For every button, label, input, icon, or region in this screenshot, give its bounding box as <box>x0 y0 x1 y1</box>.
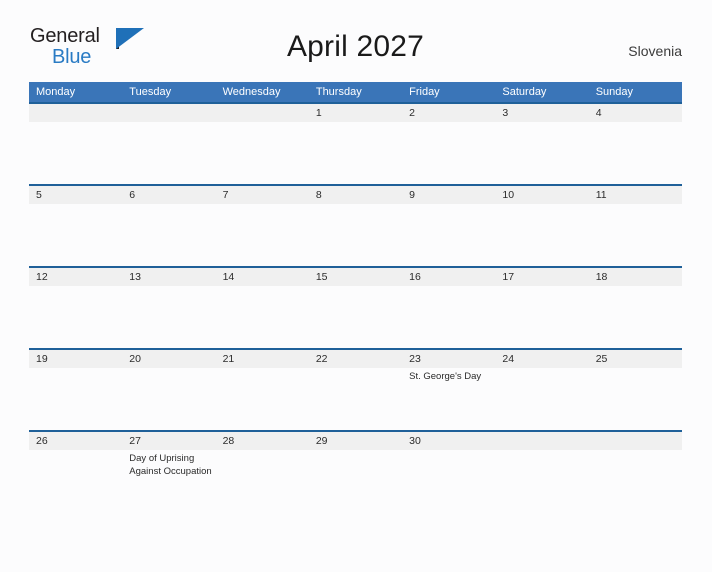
week-date-band: 1 2 3 4 <box>29 104 682 122</box>
day-event-text[interactable] <box>216 122 309 184</box>
day-number[interactable]: 20 <box>122 350 215 368</box>
day-event-text[interactable] <box>216 204 309 266</box>
week-date-band: 26 27 28 29 30 <box>29 432 682 450</box>
day-number[interactable] <box>495 432 588 450</box>
day-event-text[interactable] <box>309 204 402 266</box>
day-event-text[interactable]: Day of Uprising Against Occupation <box>122 450 215 512</box>
day-event-text[interactable] <box>589 368 682 430</box>
weekday-header-saturday: Saturday <box>502 86 547 98</box>
day-number[interactable]: 10 <box>495 186 588 204</box>
day-number[interactable] <box>589 432 682 450</box>
day-event-text[interactable] <box>495 450 588 512</box>
week-body-band: Day of Uprising Against Occupation <box>29 450 682 512</box>
day-event-text[interactable] <box>589 286 682 348</box>
day-event-text[interactable] <box>29 450 122 512</box>
week-body-band <box>29 122 682 184</box>
weekday-header-friday: Friday <box>409 86 440 98</box>
week-date-band: 19 20 21 22 23 24 25 <box>29 350 682 368</box>
day-number[interactable]: 4 <box>589 104 682 122</box>
day-number[interactable]: 21 <box>216 350 309 368</box>
day-number[interactable]: 7 <box>216 186 309 204</box>
calendar-week-row: 12 13 14 15 16 17 18 <box>29 266 682 348</box>
day-number[interactable]: 22 <box>309 350 402 368</box>
day-event-text[interactable] <box>309 368 402 430</box>
day-event-text[interactable] <box>495 286 588 348</box>
day-number[interactable]: 2 <box>402 104 495 122</box>
calendar-week-row: 5 6 7 8 9 10 11 <box>29 184 682 266</box>
day-event-text[interactable] <box>589 204 682 266</box>
day-number[interactable]: 16 <box>402 268 495 286</box>
day-number[interactable]: 8 <box>309 186 402 204</box>
day-number[interactable]: 29 <box>309 432 402 450</box>
weekday-header-tuesday: Tuesday <box>129 86 172 98</box>
week-date-band: 12 13 14 15 16 17 18 <box>29 268 682 286</box>
day-number[interactable]: 6 <box>122 186 215 204</box>
day-event-text[interactable]: St. George's Day <box>402 368 495 430</box>
day-number[interactable] <box>122 104 215 122</box>
day-number[interactable] <box>29 104 122 122</box>
day-event-text[interactable] <box>216 368 309 430</box>
day-number[interactable]: 17 <box>495 268 588 286</box>
day-event-text[interactable] <box>122 286 215 348</box>
day-number[interactable]: 26 <box>29 432 122 450</box>
calendar-week-row: 1 2 3 4 <box>29 102 682 184</box>
day-number[interactable]: 11 <box>589 186 682 204</box>
calendar-week-row: 26 27 28 29 30 Day of Uprising Against O… <box>29 430 682 512</box>
calendar-grid: Monday Tuesday Wednesday Thursday Friday… <box>29 82 682 512</box>
day-event-text[interactable] <box>29 286 122 348</box>
day-event-text[interactable] <box>309 122 402 184</box>
day-number[interactable]: 18 <box>589 268 682 286</box>
day-event-text[interactable] <box>589 122 682 184</box>
week-body-band <box>29 204 682 266</box>
day-event-text[interactable] <box>495 122 588 184</box>
day-number[interactable]: 19 <box>29 350 122 368</box>
weekday-header-wednesday: Wednesday <box>222 86 281 98</box>
country-label: Slovenia <box>628 43 682 59</box>
day-number[interactable]: 30 <box>402 432 495 450</box>
weekday-header-sunday: Sunday <box>595 86 633 98</box>
day-number[interactable]: 9 <box>402 186 495 204</box>
day-event-text[interactable] <box>402 122 495 184</box>
day-event-text[interactable] <box>122 204 215 266</box>
day-number[interactable]: 25 <box>589 350 682 368</box>
day-number[interactable]: 24 <box>495 350 588 368</box>
day-number[interactable]: 27 <box>122 432 215 450</box>
day-event-text[interactable] <box>216 450 309 512</box>
page-header: General Blue April 2027 Slovenia <box>29 22 682 74</box>
day-event-text[interactable] <box>29 122 122 184</box>
page-title: April 2027 <box>286 30 425 63</box>
weekday-header-monday: Monday <box>36 86 76 98</box>
week-date-band: 5 6 7 8 9 10 11 <box>29 186 682 204</box>
day-event-text[interactable] <box>402 204 495 266</box>
day-number[interactable]: 23 <box>402 350 495 368</box>
day-event-text[interactable] <box>122 368 215 430</box>
day-number[interactable]: 3 <box>495 104 588 122</box>
day-event-text[interactable] <box>122 122 215 184</box>
day-number[interactable]: 1 <box>309 104 402 122</box>
day-event-text[interactable] <box>216 286 309 348</box>
day-event-text[interactable] <box>309 450 402 512</box>
week-body-band: St. George's Day <box>29 368 682 430</box>
day-number[interactable]: 28 <box>216 432 309 450</box>
day-event-text[interactable] <box>495 368 588 430</box>
day-event-text[interactable] <box>29 204 122 266</box>
calendar-week-row: 19 20 21 22 23 24 25 St. George's Day <box>29 348 682 430</box>
day-event-text[interactable] <box>402 286 495 348</box>
day-number[interactable]: 5 <box>29 186 122 204</box>
day-number[interactable]: 12 <box>29 268 122 286</box>
day-event-text[interactable] <box>309 286 402 348</box>
day-event-text[interactable] <box>402 450 495 512</box>
day-number[interactable]: 14 <box>216 268 309 286</box>
day-number[interactable]: 13 <box>122 268 215 286</box>
weekday-header-thursday: Thursday <box>315 86 362 98</box>
day-event-text[interactable] <box>29 368 122 430</box>
week-body-band <box>29 286 682 348</box>
day-event-text[interactable] <box>495 204 588 266</box>
day-event-text[interactable] <box>589 450 682 512</box>
day-number[interactable]: 15 <box>309 268 402 286</box>
weekday-header-row: Monday Tuesday Wednesday Thursday Friday… <box>29 82 682 102</box>
day-number[interactable] <box>216 104 309 122</box>
